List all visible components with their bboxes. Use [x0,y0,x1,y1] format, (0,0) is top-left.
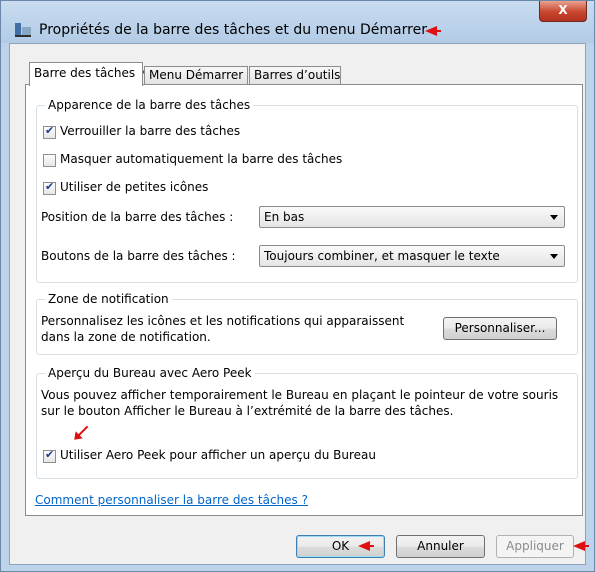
autohide-label[interactable]: Masquer automatiquement la barre des tâc… [60,152,342,166]
group-title-aero-peek: Aperçu du Bureau avec Aero Peek [45,366,255,380]
position-dropdown[interactable]: En bas [259,206,565,228]
tab-menu-demarrer[interactable]: Menu Démarrer [144,66,248,84]
chevron-down-icon [550,215,558,220]
lock-taskbar-checkbox[interactable] [43,124,56,139]
title-bar[interactable]: Propriétés de la barre des tâches et du … [1,1,594,43]
autohide-checkbox[interactable] [43,154,56,167]
group-title-appearance: Apparence de la barre des tâches [45,98,254,112]
aero-peek-text-1: Vous pouvez afficher temporairement le B… [41,388,559,402]
help-link[interactable]: Comment personnaliser la barre des tâche… [35,493,308,507]
position-value: En bas [264,210,305,224]
notification-text-1: Personnalisez les icônes et les notifica… [41,314,405,328]
cancel-button[interactable]: Annuler [396,535,485,558]
annotation-arrow-title [425,26,441,36]
tab-panel: Apparence de la barre des tâches Verroui… [25,84,583,516]
small-icons-checkbox[interactable] [43,180,56,195]
aero-peek-label[interactable]: Utiliser Aero Peek pour afficher un aper… [60,448,376,462]
annotation-arrow-apply [573,541,589,551]
group-appearance: Apparence de la barre des tâches Verroui… [36,98,578,283]
annotation-arrow-aero-peek [75,425,89,439]
chevron-down-icon [550,254,558,259]
window-title: Propriétés de la barre des tâches et du … [39,22,427,38]
group-aero-peek: Aperçu du Bureau avec Aero Peek Vous pou… [36,366,578,479]
buttons-dropdown[interactable]: Toujours combiner, et masquer le texte [259,245,565,267]
notification-text-2: dans la zone de notification. [41,330,211,344]
apply-button[interactable]: Appliquer [496,535,574,558]
customize-button[interactable]: Personnaliser... [443,317,557,340]
position-label: Position de la barre des tâches : [41,210,234,224]
buttons-label: Boutons de la barre des tâches : [41,249,236,263]
group-title-notification: Zone de notification [45,292,172,306]
tab-barres-outils[interactable]: Barres d’outils [249,66,341,84]
aero-peek-checkbox[interactable] [43,448,56,463]
taskbar-properties-icon [15,23,31,37]
close-button[interactable]: X [539,1,587,22]
buttons-value: Toujours combiner, et masquer le texte [264,249,500,263]
aero-peek-text-2: sur le bouton Afficher le Bureau à l’ext… [41,404,454,418]
annotation-arrow-ok [358,541,374,551]
small-icons-label[interactable]: Utiliser de petites icônes [60,180,208,194]
group-notification: Zone de notification Personnalisez les i… [36,292,578,355]
lock-taskbar-label[interactable]: Verrouiller la barre des tâches [60,124,240,138]
tab-barre-des-taches[interactable]: Barre des tâches [29,62,143,86]
